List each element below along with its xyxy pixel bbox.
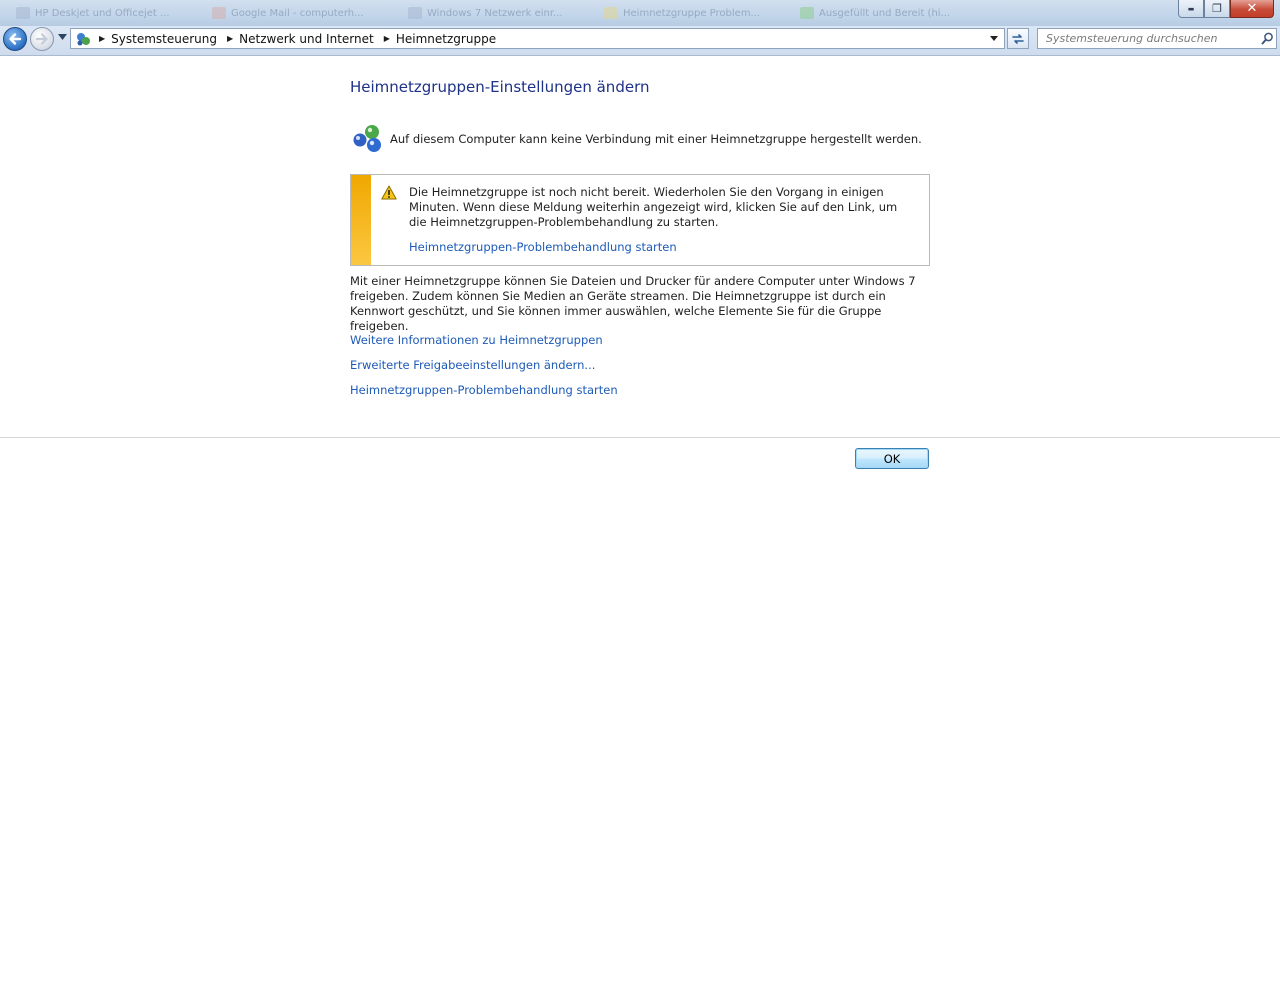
- close-button[interactable]: ✕: [1230, 0, 1274, 18]
- window-icon: [800, 7, 814, 19]
- breadcrumb-label[interactable]: Netzwerk und Internet: [239, 32, 374, 46]
- taskbar-tab-label: HP Deskjet und Officejet ...: [35, 7, 170, 19]
- control-panel-icon: [77, 32, 90, 45]
- minimize-button[interactable]: ▬: [1178, 0, 1204, 18]
- back-arrow-icon: [9, 33, 22, 45]
- more-info-link[interactable]: Weitere Informationen zu Heimnetzgruppen: [350, 333, 618, 358]
- description-text: Mit einer Heimnetzgruppe können Sie Date…: [350, 274, 916, 333]
- homegroup-icon: [353, 125, 381, 152]
- troubleshooter-link-warning[interactable]: Heimnetzgruppen-Problembehandlung starte…: [409, 240, 677, 254]
- search-icon[interactable]: [1258, 30, 1276, 48]
- breadcrumb-arrow-icon[interactable]: ▶: [227, 34, 233, 43]
- warning-stripe: [351, 175, 371, 265]
- window-icon: [212, 7, 226, 19]
- breadcrumb-netzwerk[interactable]: ▶ Netzwerk und Internet: [225, 29, 382, 48]
- footer-divider: [0, 437, 1280, 438]
- taskbar-tab-label: Google Mail - computerh...: [231, 7, 364, 19]
- refresh-button[interactable]: [1007, 28, 1029, 49]
- taskbar-tab-hp[interactable]: HP Deskjet und Officejet ...: [0, 0, 196, 26]
- window-icon: [16, 7, 30, 19]
- address-bar[interactable]: ▶ Systemsteuerung ▶ Netzwerk und Interne…: [70, 28, 1005, 49]
- taskbar-tab-gmail[interactable]: Google Mail - computerh...: [196, 0, 392, 26]
- troubleshooter-link[interactable]: Heimnetzgruppen-Problembehandlung starte…: [350, 383, 618, 408]
- taskbar-tab-label: Ausgefüllt und Bereit (hi...: [819, 7, 951, 19]
- taskbar-tab-label: Heimnetzgruppe Problem...: [623, 7, 761, 19]
- ok-button[interactable]: OK: [855, 448, 929, 469]
- close-icon: ✕: [1246, 1, 1258, 16]
- taskbar-tab-netzwerk[interactable]: Windows 7 Netzwerk einr...: [392, 0, 588, 26]
- advanced-sharing-settings-link[interactable]: Erweiterte Freigabeeinstellungen ändern.…: [350, 358, 618, 383]
- refresh-icon: [1012, 33, 1024, 44]
- folder-icon: [604, 7, 618, 19]
- window-controls: ▬ ❐ ✕: [1178, 0, 1274, 18]
- link-list: Weitere Informationen zu Heimnetzgruppen…: [350, 333, 618, 408]
- search-box[interactable]: [1037, 28, 1277, 49]
- restore-button[interactable]: ❐: [1204, 0, 1230, 18]
- taskbar-thumbnails: HP Deskjet und Officejet ... Google Mail…: [0, 0, 980, 26]
- status-text: Auf diesem Computer kann keine Verbindun…: [390, 132, 922, 146]
- address-history-dropdown[interactable]: [986, 30, 1002, 47]
- taskbar-tab-heimnetz[interactable]: Heimnetzgruppe Problem...: [588, 0, 784, 26]
- warning-box: Die Heimnetzgruppe ist noch nicht bereit…: [350, 174, 930, 266]
- forward-arrow-icon: [35, 33, 48, 45]
- status-row: Auf diesem Computer kann keine Verbindun…: [350, 123, 922, 155]
- page-title: Heimnetzgruppen-Einstellungen ändern: [350, 78, 650, 96]
- breadcrumb-label[interactable]: Systemsteuerung: [111, 32, 217, 46]
- window-icon: [408, 7, 422, 19]
- minimize-icon: ▬: [1187, 4, 1195, 13]
- chevron-down-icon: [990, 36, 998, 41]
- warning-message: Die Heimnetzgruppe ist noch nicht bereit…: [409, 185, 898, 229]
- breadcrumb-arrow-icon[interactable]: ▶: [384, 34, 390, 43]
- breadcrumb-heimnetzgruppe[interactable]: ▶ Heimnetzgruppe: [382, 29, 504, 48]
- breadcrumb-arrow-icon[interactable]: ▶: [99, 34, 105, 43]
- navigation-bar: ▶ Systemsteuerung ▶ Netzwerk und Interne…: [0, 26, 1280, 56]
- back-button[interactable]: [3, 27, 27, 51]
- chevron-down-icon: [57, 34, 67, 40]
- forward-button[interactable]: [30, 27, 54, 51]
- search-input[interactable]: [1038, 29, 1258, 48]
- recent-pages-dropdown[interactable]: [57, 33, 67, 43]
- breadcrumb-systemsteuerung[interactable]: ▶ Systemsteuerung: [97, 29, 225, 48]
- restore-icon: ❐: [1212, 2, 1222, 15]
- warning-icon: [381, 185, 397, 200]
- breadcrumb-label[interactable]: Heimnetzgruppe: [396, 32, 496, 46]
- window-title-bar: HP Deskjet und Officejet ... Google Mail…: [0, 0, 1280, 26]
- taskbar-tab-bereit[interactable]: Ausgefüllt und Bereit (hi...: [784, 0, 980, 26]
- taskbar-tab-label: Windows 7 Netzwerk einr...: [427, 7, 563, 19]
